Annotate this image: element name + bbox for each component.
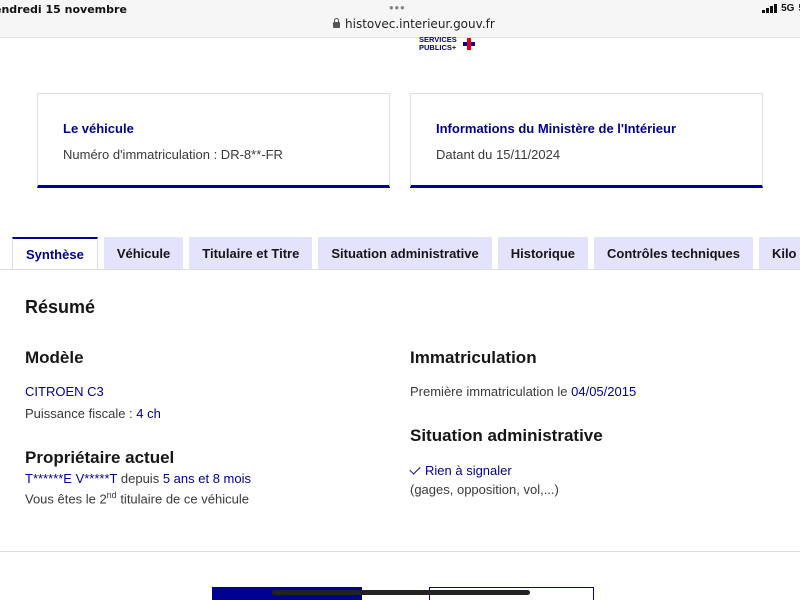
status-bar: endredi 15 novembre ••• histovec.interie…: [0, 0, 800, 38]
model-name: CITROEN C3: [25, 384, 104, 399]
fiscal-power-value: 4 ch: [136, 406, 161, 421]
tab-bar: Synthèse Véhicule Titulaire et Titre Sit…: [12, 237, 800, 270]
owner-since-label: depuis: [120, 471, 160, 486]
owner-rank-suffix: titulaire de ce véhicule: [120, 491, 249, 507]
url-text: histovec.interieur.gouv.fr: [345, 17, 495, 31]
lock-icon: [333, 18, 340, 28]
summary-heading: Résumé: [25, 297, 96, 317]
home-indicator[interactable]: [272, 590, 530, 595]
ministry-card-title: Informations du Ministère de l'Intérieur: [436, 121, 677, 136]
owner-heading: Propriétaire actuel: [25, 448, 175, 467]
model-heading: Modèle: [25, 348, 84, 367]
admin-heading: Situation administrative: [410, 426, 603, 445]
admin-note: (gages, opposition, vol,...): [410, 482, 559, 497]
tab-vehicule[interactable]: Véhicule: [103, 237, 184, 270]
check-icon: [409, 463, 421, 475]
owner-line: T******E V*****T depuis 5 ans et 8 mois: [25, 471, 251, 486]
owner-rank-prefix: Vous êtes le 2: [25, 491, 107, 507]
tab-controles[interactable]: Contrôles techniques: [594, 237, 753, 270]
owner-rank: Vous êtes le 2nd titulaire de ce véhicul…: [25, 490, 249, 506]
brand-line-2: PUBLICS+: [419, 43, 457, 52]
owner-rank-sup: nd: [106, 490, 117, 500]
fiscal-power-label: Puissance fiscale :: [25, 406, 133, 421]
fiscal-power: Puissance fiscale : 4 ch: [25, 406, 161, 421]
network-label: 5G: [781, 3, 795, 14]
vehicle-plate-text: Numéro d'immatriculation : DR-8**-FR: [63, 147, 283, 162]
owner-since-value: 5 ans et 8 mois: [162, 471, 251, 486]
ministry-card: Informations du Ministère de l'Intérieur…: [410, 93, 763, 188]
admin-status: Rien à signaler: [409, 463, 512, 478]
owner-name: T******E V*****T: [25, 471, 118, 486]
admin-status-text: Rien à signaler: [425, 463, 512, 478]
first-registration: Première immatriculation le 04/05/2015: [410, 384, 636, 399]
brand-cross-icon: [463, 38, 475, 50]
tab-titulaire[interactable]: Titulaire et Titre: [189, 237, 313, 270]
vehicle-card-title: Le véhicule: [63, 121, 134, 136]
status-date: endredi 15 novembre: [0, 3, 127, 16]
services-publics-logo: SERVICES PUBLICS+: [419, 36, 457, 52]
first-registration-label: Première immatriculation le: [410, 384, 568, 399]
address-bar[interactable]: histovec.interieur.gouv.fr: [333, 17, 495, 31]
tab-historique[interactable]: Historique: [497, 237, 589, 270]
first-registration-date: 04/05/2015: [571, 384, 637, 399]
vehicle-card: Le véhicule Numéro d'immatriculation : D…: [37, 93, 390, 188]
tab-kilometrage[interactable]: Kilo: [758, 237, 800, 270]
more-dots-icon[interactable]: •••: [389, 0, 406, 15]
tab-synthese[interactable]: Synthèse: [12, 237, 98, 270]
signal-icon: [762, 4, 778, 13]
status-indicators: 5G 5: [762, 3, 800, 14]
registration-heading: Immatriculation: [410, 348, 537, 367]
tab-situation[interactable]: Situation administrative: [318, 237, 492, 270]
ministry-date-text: Datant du 15/11/2024: [436, 147, 561, 162]
